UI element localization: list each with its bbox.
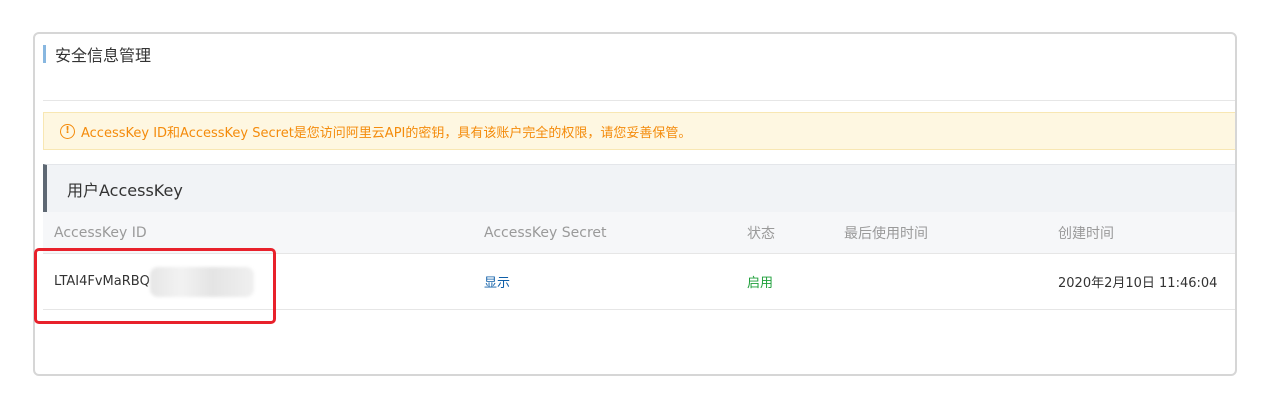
column-header-accesskey-id: AccessKey ID: [54, 224, 147, 241]
table-header-row: AccessKey ID AccessKey Secret 状态 最后使用时间 …: [43, 212, 1235, 254]
notice-text: AccessKey ID和AccessKey Secret是您访问阿里云API的…: [81, 125, 692, 141]
panel-header: 安全信息管理: [43, 44, 152, 65]
panel-title: 安全信息管理: [55, 46, 152, 65]
title-accent-bar: [43, 45, 46, 63]
accesskey-id-cell: LTAI4FvMaRBQ: [54, 254, 254, 309]
table-row: LTAI4FvMaRBQ 显示 启用 2020年2月10日 11:46:04: [43, 254, 1235, 310]
status-cell: 启用: [747, 254, 773, 309]
security-info-panel: 安全信息管理 ! AccessKey ID和AccessKey Secret是您…: [33, 32, 1237, 376]
column-header-last-used: 最后使用时间: [844, 225, 928, 242]
warning-circle-icon: !: [60, 123, 75, 139]
column-header-status: 状态: [747, 225, 775, 242]
accesskey-id-value: LTAI4FvMaRBQ: [54, 274, 150, 289]
section-title: 用户AccessKey: [67, 180, 183, 200]
column-header-accesskey-secret: AccessKey Secret: [484, 224, 607, 241]
accesskey-secret-cell: 显示: [484, 254, 510, 309]
created-time-cell: 2020年2月10日 11:46:04: [1058, 276, 1218, 291]
show-secret-link[interactable]: 显示: [484, 272, 510, 291]
column-header-created: 创建时间: [1058, 225, 1114, 242]
accesskey-table: AccessKey ID AccessKey Secret 状态 最后使用时间 …: [43, 212, 1235, 310]
section-header: 用户AccessKey: [43, 164, 1235, 212]
status-badge: 启用: [747, 276, 774, 291]
redaction-blur: [149, 266, 254, 297]
warning-notice: ! AccessKey ID和AccessKey Secret是您访问阿里云AP…: [43, 112, 1235, 150]
header-divider: [43, 100, 1235, 101]
